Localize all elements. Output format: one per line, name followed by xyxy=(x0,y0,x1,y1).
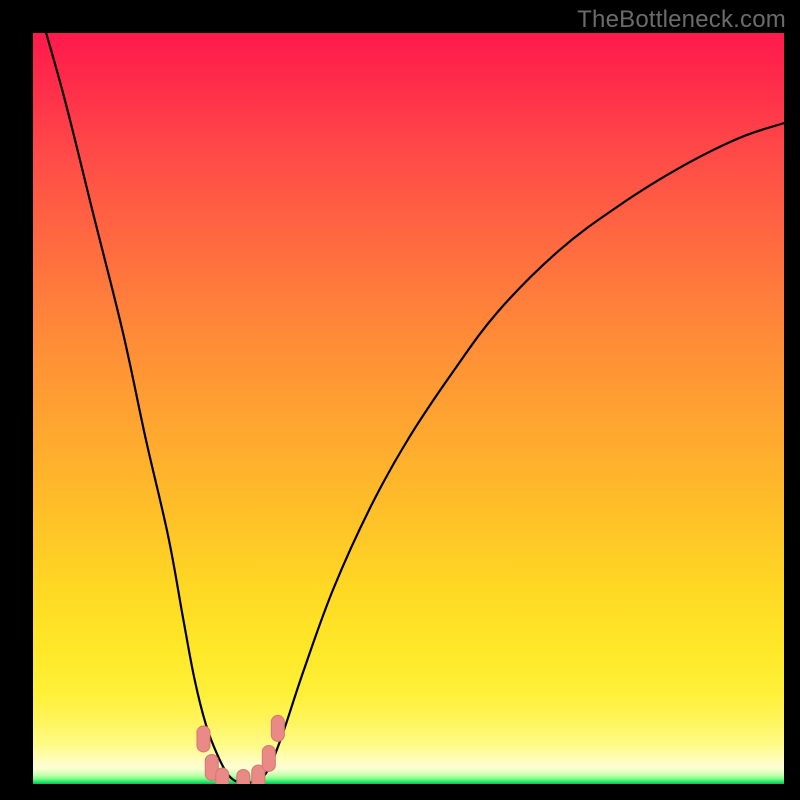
bottleneck-curve xyxy=(33,33,784,784)
watermark-text: TheBottleneck.com xyxy=(577,6,786,34)
chart-svg xyxy=(33,33,784,784)
curve-markers xyxy=(197,715,284,784)
curve-marker xyxy=(197,726,210,752)
curve-marker xyxy=(237,770,250,785)
plot-area xyxy=(33,33,784,784)
curve-marker xyxy=(216,768,229,784)
curve-marker xyxy=(262,745,275,771)
curve-marker xyxy=(271,715,284,741)
chart-frame: TheBottleneck.com xyxy=(0,0,800,800)
